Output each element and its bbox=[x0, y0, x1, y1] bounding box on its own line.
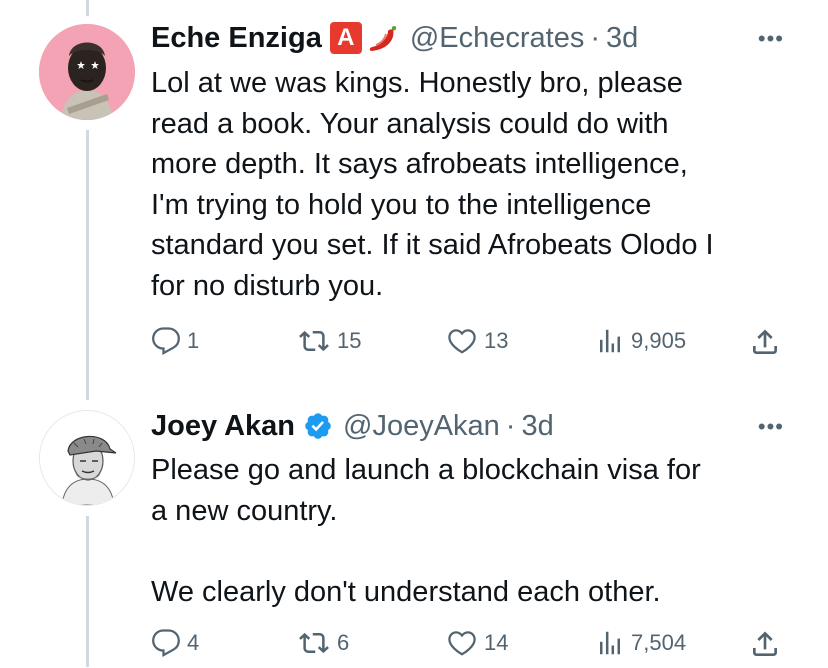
display-name[interactable]: Eche Enziga bbox=[151, 20, 322, 56]
handle[interactable]: @Echecrates bbox=[410, 20, 585, 56]
like-icon bbox=[446, 326, 478, 356]
like-count: 14 bbox=[484, 630, 509, 655]
avatar[interactable] bbox=[39, 24, 135, 120]
retweet-icon bbox=[297, 326, 331, 356]
share-button[interactable] bbox=[749, 326, 781, 358]
reply-count: 4 bbox=[187, 630, 200, 655]
retweet-button[interactable]: 6 bbox=[297, 628, 349, 658]
handle[interactable]: @JoeyAkan bbox=[343, 408, 500, 444]
retweet-icon bbox=[297, 628, 331, 658]
like-button[interactable]: 14 bbox=[446, 628, 508, 658]
views-button[interactable]: 7,504 bbox=[595, 628, 686, 658]
tweet-header: Eche Enziga A @Echecrates · 3d bbox=[151, 20, 638, 56]
reply-count: 1 bbox=[187, 328, 200, 353]
timestamp[interactable]: 3d bbox=[606, 20, 638, 56]
avatar-image bbox=[40, 411, 134, 505]
views-icon bbox=[595, 628, 625, 658]
more-options-icon[interactable]: ••• bbox=[758, 414, 784, 440]
tweet-text: Lol at we was kings. Honestly bro, pleas… bbox=[151, 67, 714, 302]
avatar-image bbox=[39, 24, 135, 120]
reply-icon bbox=[151, 628, 181, 658]
tweet[interactable]: Eche Enziga A @Echecrates · 3d ••• Lol a… bbox=[0, 0, 828, 400]
more-options-icon[interactable]: ••• bbox=[758, 26, 784, 52]
reply-icon bbox=[151, 326, 181, 356]
like-button[interactable]: 13 bbox=[446, 326, 508, 356]
views-icon bbox=[595, 326, 625, 356]
views-count: 9,905 bbox=[631, 328, 687, 353]
reply-button[interactable]: 4 bbox=[151, 628, 199, 658]
separator-dot: · bbox=[590, 22, 601, 54]
action-bar: 4 6 14 7,504 bbox=[151, 628, 791, 668]
separator-dot: · bbox=[505, 410, 516, 442]
share-button[interactable] bbox=[749, 628, 781, 660]
views-count: 7,504 bbox=[631, 630, 687, 655]
verified-badge-icon bbox=[303, 411, 333, 441]
retweet-count: 6 bbox=[337, 630, 350, 655]
hot-pepper-icon bbox=[366, 21, 400, 55]
retweet-count: 15 bbox=[337, 328, 362, 353]
a-button-emoji: A bbox=[329, 22, 362, 54]
action-bar: 1 15 13 9,905 bbox=[151, 326, 791, 366]
retweet-button[interactable]: 15 bbox=[297, 326, 361, 356]
share-icon bbox=[749, 326, 781, 358]
tweet-header: Joey Akan @JoeyAkan · 3d bbox=[151, 408, 554, 444]
views-button[interactable]: 9,905 bbox=[595, 326, 686, 356]
like-icon bbox=[446, 628, 478, 658]
share-icon bbox=[749, 628, 781, 660]
like-count: 13 bbox=[484, 328, 509, 353]
avatar[interactable] bbox=[39, 410, 135, 506]
reply-button[interactable]: 1 bbox=[151, 326, 199, 356]
tweet-text: Please go and launch a blockchain visa f… bbox=[151, 454, 701, 608]
tweet[interactable]: Joey Akan @JoeyAkan · 3d ••• Please go a… bbox=[0, 400, 828, 667]
timestamp[interactable]: 3d bbox=[521, 408, 553, 444]
display-name[interactable]: Joey Akan bbox=[151, 408, 295, 444]
